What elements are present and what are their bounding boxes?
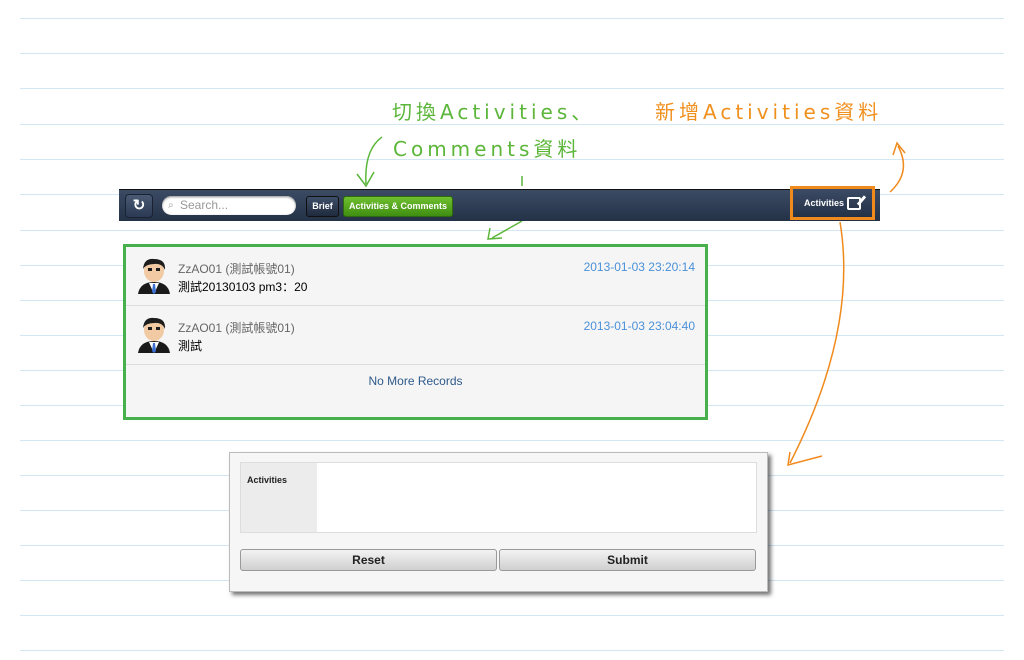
record-time: 2013-01-03 23:04:40	[583, 319, 695, 333]
add-activities-label: Activities	[803, 198, 845, 208]
avatar	[138, 317, 170, 353]
record-time: 2013-01-03 23:20:14	[583, 260, 695, 274]
record-user: ZzAO01 (測試帳號01)	[178, 321, 295, 335]
edit-icon	[847, 197, 862, 211]
activities-field: Activities	[240, 462, 757, 533]
records-list: ZzAO01 (測試帳號01) 測試20130103 pm3：20 2013-0…	[123, 244, 708, 420]
record-text: 測試20130103 pm3：20	[178, 280, 308, 294]
record-text: 測試	[178, 339, 203, 353]
refresh-icon[interactable]: ↻	[125, 194, 153, 218]
avatar	[138, 258, 170, 294]
search-icon: ⌕	[168, 200, 174, 211]
add-activities-button[interactable]: Activities	[790, 186, 875, 220]
tab-activities-comments[interactable]: Activities & Comments	[343, 196, 453, 217]
reset-button[interactable]: Reset	[240, 549, 497, 571]
tab-brief[interactable]: Brief	[306, 196, 339, 217]
search-placeholder: Search...	[180, 198, 229, 212]
search-input[interactable]: ⌕ Search...	[162, 196, 296, 215]
toolbar: ↻ ⌕ Search... Brief Activities & Comment…	[119, 189, 880, 221]
record-user: ZzAO01 (測試帳號01)	[178, 262, 295, 276]
no-more-records: No More Records	[368, 374, 463, 388]
submit-button[interactable]: Submit	[499, 549, 756, 571]
list-item[interactable]: ZzAO01 (測試帳號01) 測試 2013-01-03 23:04:40	[126, 306, 705, 365]
activity-form: Activities Reset Submit	[229, 452, 768, 592]
list-item[interactable]: ZzAO01 (測試帳號01) 測試20130103 pm3：20 2013-0…	[126, 247, 705, 306]
activities-textarea[interactable]	[317, 463, 756, 532]
activities-field-label: Activities	[247, 475, 288, 485]
